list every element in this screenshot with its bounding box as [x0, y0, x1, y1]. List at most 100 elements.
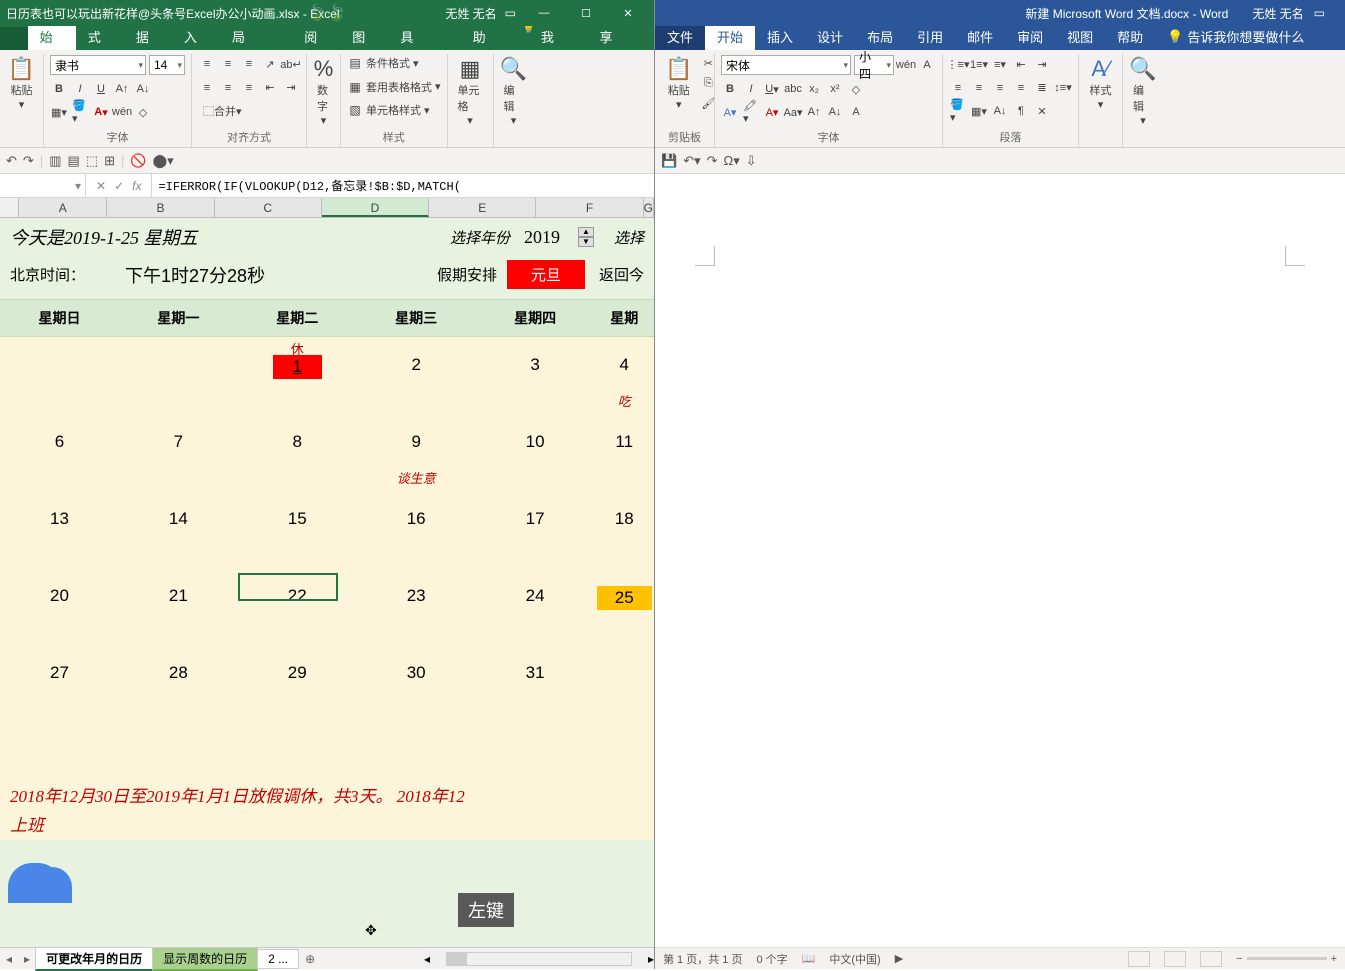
qat-btn-3[interactable]: ⬚ — [86, 153, 98, 169]
phonetic-button[interactable]: wén — [897, 56, 915, 74]
calendar-cell[interactable]: 8 — [238, 414, 357, 491]
proofing-icon[interactable]: 📖 — [802, 952, 816, 965]
qat-btn-2[interactable]: ▤ — [68, 153, 80, 169]
qat-btn-6[interactable]: ⬤▾ — [153, 153, 174, 169]
sup-button[interactable]: x² — [826, 80, 844, 98]
sheet-tab-3[interactable]: 2 ... — [257, 949, 299, 969]
calendar-cell[interactable]: 30 — [357, 645, 476, 722]
tab-review[interactable]: 审阅 — [1005, 23, 1055, 50]
calendar-cell[interactable] — [119, 337, 238, 414]
underline-button[interactable]: U — [92, 80, 110, 98]
align-right[interactable]: ≡ — [240, 79, 258, 97]
calendar-cell[interactable]: 17 — [476, 491, 595, 568]
formula-input[interactable]: =IFERROR(IF(VLOOKUP(D12,备忘录!$B:$D,MATCH( — [152, 177, 654, 194]
italic-button[interactable]: I — [742, 80, 760, 98]
tab-insert[interactable]: 插入 — [755, 23, 805, 50]
align-left[interactable]: ≡ — [198, 79, 216, 97]
undo-button[interactable]: ↶ — [6, 153, 17, 169]
qat-omega[interactable]: Ω▾ — [724, 153, 740, 169]
undo-button[interactable]: ↶▾ — [683, 153, 700, 169]
show-marks[interactable]: ¶ — [1012, 102, 1030, 120]
sheet-nav-prev[interactable]: ◂ — [0, 952, 18, 966]
qat-customize[interactable]: ⇩ — [746, 153, 757, 169]
calendar-cell[interactable]: 25 — [595, 568, 654, 645]
pinyin[interactable]: ✕ — [1033, 102, 1051, 120]
align-center[interactable]: ≡ — [219, 79, 237, 97]
font-name-combo[interactable]: 隶书 — [50, 55, 146, 75]
calendar-cell[interactable]: 7 — [119, 414, 238, 491]
calendar-cell[interactable]: 14 — [119, 491, 238, 568]
holiday-value[interactable]: 元旦 — [507, 260, 585, 289]
table-format-button[interactable]: ▦套用表格格式▾ — [347, 79, 441, 95]
redo-button[interactable]: ↷ — [23, 153, 34, 169]
calendar-cell[interactable]: 31 — [476, 645, 595, 722]
calendar-cell[interactable]: 27 — [0, 645, 119, 722]
account-icon[interactable]: ▭ — [505, 6, 516, 20]
save-button[interactable]: 💾 — [661, 153, 677, 169]
calendar-cell[interactable]: 13 — [0, 491, 119, 568]
sheet-tab-1[interactable]: 可更改年月的日历 — [35, 947, 153, 971]
bold-button[interactable]: B — [50, 80, 68, 98]
calendar-cell[interactable]: 10 — [476, 414, 595, 491]
calendar-cell[interactable]: 21 — [119, 568, 238, 645]
paste-button[interactable]: 📋粘贴▾ — [6, 54, 37, 113]
language[interactable]: 中文(中国) — [829, 951, 880, 967]
tab-ref[interactable]: 引用 — [905, 23, 955, 50]
bold-button[interactable]: B — [721, 80, 739, 98]
calendar-cell[interactable]: 29 — [238, 645, 357, 722]
distribute[interactable]: ≣ — [1033, 79, 1051, 97]
orientation[interactable]: ↗ — [261, 55, 279, 73]
return-label[interactable]: 返回今 — [599, 264, 644, 285]
align-l[interactable]: ≡ — [949, 79, 967, 97]
calendar-cell[interactable]: 4吃 — [595, 337, 654, 414]
align-bot[interactable]: ≡ — [240, 55, 258, 73]
fill-color-button[interactable]: 🪣▾ — [71, 103, 89, 121]
sheet-nav-next[interactable]: ▸ — [18, 952, 36, 966]
dec-indent[interactable]: ⇤ — [1012, 55, 1030, 73]
edit-button[interactable]: 🔍编辑▾ — [500, 54, 528, 129]
calendar-cell[interactable]: 2 — [357, 337, 476, 414]
tab-design[interactable]: 设计 — [805, 23, 855, 50]
clear-format[interactable]: ◇ — [847, 80, 865, 98]
zoom-slider[interactable]: −+ — [1236, 953, 1337, 965]
maximize-button[interactable]: ☐ — [566, 1, 606, 25]
calendar-cell[interactable]: 28 — [119, 645, 238, 722]
phonetic-button[interactable]: wén — [113, 103, 131, 121]
highlight[interactable]: 🖍▾ — [742, 103, 760, 121]
name-box[interactable] — [0, 174, 86, 197]
cancel-formula[interactable]: ✕ — [96, 179, 106, 193]
border-button[interactable]: ▦▾ — [50, 103, 68, 121]
multilevel[interactable]: ≡▾ — [991, 55, 1009, 73]
view-read[interactable] — [1128, 951, 1150, 967]
styles-button[interactable]: A⁄样式▾ — [1085, 54, 1116, 113]
cell-style-button[interactable]: ▧单元格样式▾ — [347, 102, 441, 118]
edit-button[interactable]: 🔍编辑▾ — [1129, 54, 1157, 129]
shrink-font[interactable]: A↓ — [826, 103, 844, 121]
macro-icon[interactable]: ▶ — [895, 952, 903, 965]
font-size-combo[interactable]: 小四 — [854, 55, 894, 75]
calendar-cell[interactable]: 20 — [0, 568, 119, 645]
close-button[interactable]: ✕ — [608, 1, 648, 25]
italic-button[interactable]: I — [71, 80, 89, 98]
align-top[interactable]: ≡ — [198, 55, 216, 73]
redo-button[interactable]: ↷ — [707, 153, 718, 169]
qat-btn-1[interactable]: ▥ — [49, 153, 61, 169]
calendar-cell[interactable]: 6 — [0, 414, 119, 491]
worksheet[interactable]: 今天是2019-1-25 星期五 选择年份 2019 ▲▼ 选择 北京时间： 下… — [0, 218, 654, 947]
font-color-button[interactable]: A▾ — [92, 103, 110, 121]
font-name-combo[interactable]: 宋体 — [721, 55, 851, 75]
new-sheet-button[interactable]: ⊕ — [299, 952, 321, 966]
fx-button[interactable]: fx — [132, 179, 141, 193]
font-size-combo[interactable]: 14 — [149, 55, 185, 75]
grow-font-button[interactable]: A↑ — [113, 80, 131, 98]
cond-format-button[interactable]: ▤条件格式▾ — [347, 55, 441, 71]
page-count[interactable]: 第 1 页，共 1 页 — [663, 951, 742, 967]
enter-formula[interactable]: ✓ — [114, 179, 124, 193]
calendar-cell[interactable] — [595, 645, 654, 722]
sub-button[interactable]: x₂ — [805, 80, 823, 98]
tab-file[interactable] — [0, 27, 28, 50]
year-spinner[interactable]: ▲▼ — [578, 227, 594, 247]
inc-indent[interactable]: ⇥ — [1033, 55, 1051, 73]
view-web[interactable] — [1200, 951, 1222, 967]
calendar-cell[interactable]: 18 — [595, 491, 654, 568]
